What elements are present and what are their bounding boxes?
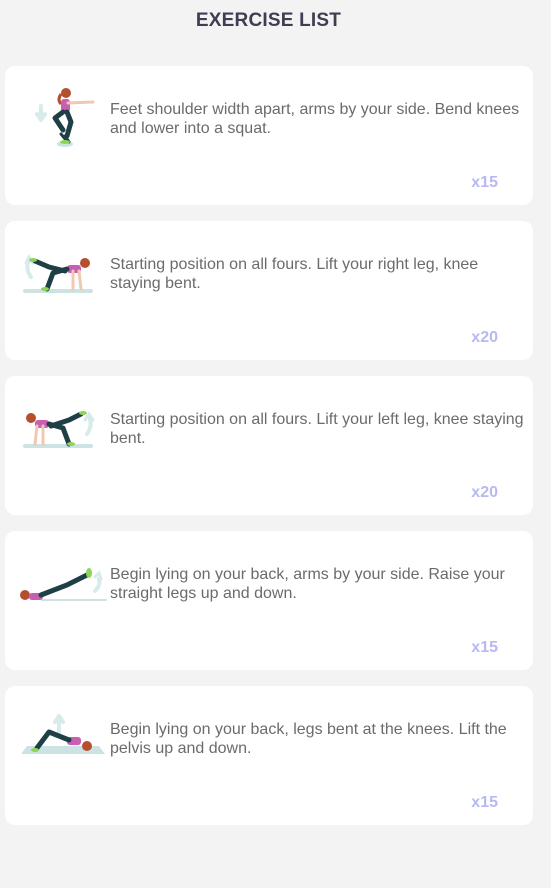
right-leg-kickback-icon bbox=[11, 239, 107, 305]
exercise-reps: x20 bbox=[471, 329, 498, 346]
exercise-card[interactable]: Begin lying on your back, legs bent at t… bbox=[5, 686, 533, 825]
exercise-reps: x15 bbox=[471, 174, 498, 191]
exercise-description: Feet shoulder width apart, arms by your … bbox=[110, 101, 520, 137]
exercise-reps: x20 bbox=[471, 484, 498, 501]
exercise-card[interactable]: Starting position on all fours. Lift you… bbox=[5, 376, 533, 515]
exercise-card[interactable]: Begin lying on your back, arms by your s… bbox=[5, 531, 533, 670]
exercise-description: Starting position on all fours. Lift you… bbox=[110, 411, 524, 447]
glute-bridge-icon bbox=[11, 704, 107, 770]
exercise-description: Begin lying on your back, arms by your s… bbox=[110, 566, 505, 602]
page-title: EXERCISE LIST bbox=[195, 10, 342, 31]
exercise-card[interactable]: Feet shoulder width apart, arms by your … bbox=[5, 66, 533, 205]
exercise-reps: x15 bbox=[471, 794, 498, 811]
squat-icon bbox=[11, 84, 107, 150]
exercise-description: Begin lying on your back, legs bent at t… bbox=[110, 721, 507, 757]
exercise-card[interactable]: Starting position on all fours. Lift you… bbox=[5, 221, 533, 360]
leg-raise-icon bbox=[11, 549, 107, 615]
exercise-description: Starting position on all fours. Lift you… bbox=[110, 256, 479, 292]
left-leg-kickback-icon bbox=[11, 394, 107, 460]
exercise-reps: x15 bbox=[471, 639, 498, 656]
